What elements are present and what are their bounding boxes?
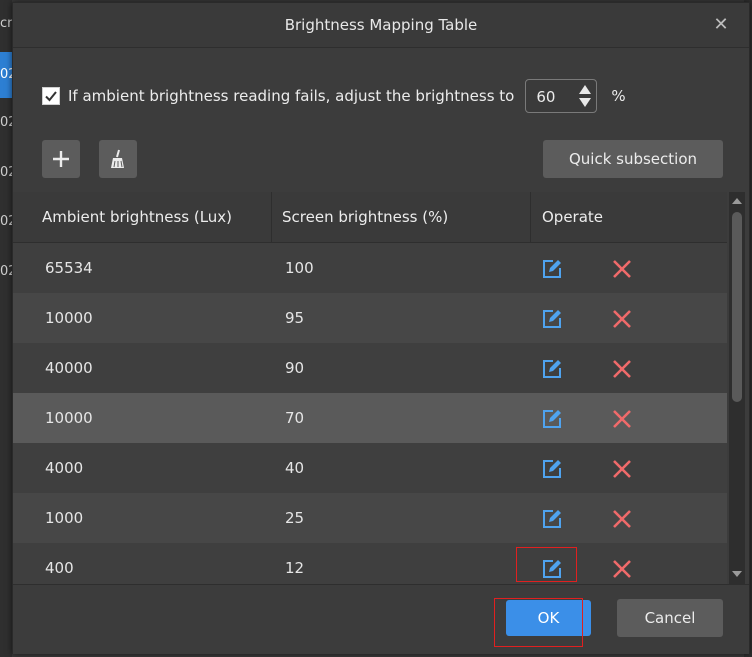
add-row-button[interactable] (42, 140, 80, 178)
stepper-down-icon[interactable] (578, 97, 592, 109)
broom-icon (111, 149, 124, 168)
scroll-up-icon[interactable] (732, 197, 742, 205)
table-scrollbar[interactable] (729, 192, 745, 584)
stepper-up-icon[interactable] (578, 83, 592, 95)
dialog-title: Brightness Mapping Table (284, 16, 478, 34)
ambient-brightness-cell: 400 (45, 559, 74, 577)
close-button[interactable]: ✕ (711, 15, 731, 35)
fallback-brightness-stepper[interactable]: 60 (525, 79, 598, 113)
edit-icon[interactable] (541, 308, 563, 330)
background-list-item: cro (0, 16, 12, 31)
column-header-ambient: Ambient brightness (Lux) (42, 208, 233, 226)
background-list-item: 02 (0, 264, 12, 279)
table-row[interactable]: 400 12 (13, 543, 727, 584)
delete-icon[interactable] (611, 508, 633, 530)
cancel-button[interactable]: Cancel (617, 599, 723, 637)
screen-brightness-cell: 70 (285, 409, 305, 427)
table-row[interactable]: 10000 95 (13, 293, 727, 343)
column-divider (530, 192, 531, 242)
percent-unit: % (611, 87, 626, 105)
brightness-mapping-dialog: Brightness Mapping Table ✕ If ambient br… (12, 2, 750, 654)
dialog-titlebar: Brightness Mapping Table ✕ (13, 3, 749, 48)
edit-icon[interactable] (541, 558, 563, 580)
column-header-operate: Operate (542, 208, 604, 226)
table-row[interactable]: 10000 70 (13, 393, 727, 443)
background-list-item-selected: 02 (0, 52, 12, 98)
table-row[interactable]: 1000 25 (13, 493, 727, 543)
screen-brightness-cell: 95 (285, 309, 305, 327)
column-header-screen: Screen brightness (%) (282, 208, 449, 226)
fallback-brightness-row: If ambient brightness reading fails, adj… (42, 79, 626, 113)
scroll-down-icon[interactable] (732, 570, 742, 578)
screen-brightness-cell: 100 (285, 259, 314, 277)
table-header: Ambient brightness (Lux) Screen brightne… (13, 192, 727, 243)
ambient-brightness-cell: 1000 (45, 509, 84, 527)
clear-table-button[interactable] (99, 140, 137, 178)
screen-brightness-cell: 40 (285, 459, 305, 477)
fallback-checkbox[interactable] (42, 87, 60, 105)
table-row[interactable]: 65534 100 (13, 243, 727, 293)
table-row[interactable]: 4000 40 (13, 443, 727, 493)
background-list-item: 02 (0, 115, 12, 130)
fallback-brightness-value[interactable]: 60 (536, 88, 555, 106)
plus-icon (53, 151, 69, 167)
ambient-brightness-cell: 65534 (45, 259, 93, 277)
background-app-panel: cro 02 02 02 02 02 (0, 0, 12, 657)
delete-icon[interactable] (611, 558, 633, 580)
delete-icon[interactable] (611, 408, 633, 430)
screen-brightness-cell: 90 (285, 359, 305, 377)
delete-icon[interactable] (611, 358, 633, 380)
ambient-brightness-cell: 4000 (45, 459, 84, 477)
ambient-brightness-cell: 10000 (45, 309, 93, 327)
edit-icon[interactable] (541, 408, 563, 430)
ambient-brightness-cell: 40000 (45, 359, 93, 377)
screen-brightness-cell: 25 (285, 509, 305, 527)
delete-icon[interactable] (611, 308, 633, 330)
table-row[interactable]: 40000 90 (13, 343, 727, 393)
ambient-brightness-cell: 10000 (45, 409, 93, 427)
fallback-label: If ambient brightness reading fails, adj… (68, 87, 515, 105)
column-divider (271, 192, 272, 242)
ok-button[interactable]: OK (506, 600, 591, 636)
delete-icon[interactable] (611, 258, 633, 280)
quick-subsection-button[interactable]: Quick subsection (543, 140, 723, 178)
delete-icon[interactable] (611, 458, 633, 480)
background-list-item: 02 (0, 165, 12, 180)
edit-icon[interactable] (541, 458, 563, 480)
screen-brightness-cell: 12 (285, 559, 305, 577)
background-list-item: 02 (0, 214, 12, 229)
edit-icon[interactable] (541, 358, 563, 380)
edit-icon[interactable] (541, 258, 563, 280)
table-body: 65534 100 10000 95 40000 90 10000 70 4000 40 1000 2… (13, 243, 727, 584)
checkmark-icon (45, 91, 57, 102)
dialog-footer: OK Cancel (13, 584, 749, 654)
scrollbar-thumb[interactable] (732, 212, 742, 402)
edit-icon[interactable] (541, 508, 563, 530)
close-icon: ✕ (713, 14, 729, 35)
brightness-table: Ambient brightness (Lux) Screen brightne… (13, 192, 727, 584)
